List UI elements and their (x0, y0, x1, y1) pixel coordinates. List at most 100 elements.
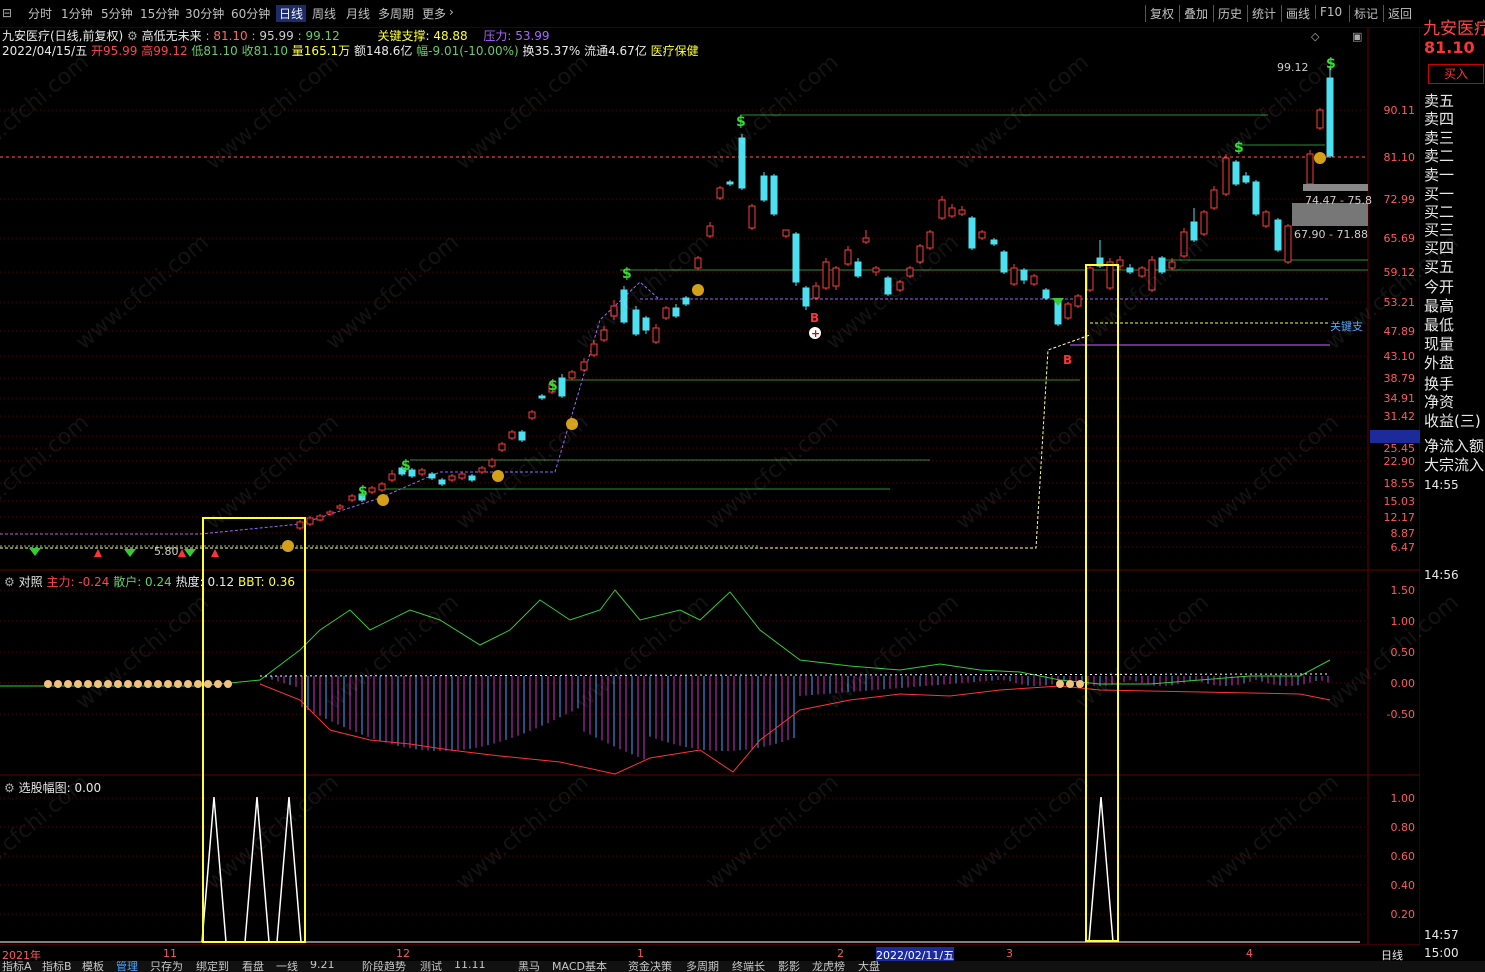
candle-body (1252, 181, 1260, 215)
candle-body (498, 443, 506, 451)
candle-body (1326, 77, 1334, 157)
settings-icon[interactable]: ⚙ (4, 575, 15, 589)
buy-button[interactable]: 买入 (1428, 64, 1484, 84)
candle-body (508, 431, 516, 439)
price-axis-label: 22.90 (1383, 455, 1416, 468)
bottom-tab[interactable]: 黑马 (518, 961, 540, 972)
bottom-tab[interactable]: 阶段趋势 (362, 961, 406, 972)
candle-body (990, 239, 998, 245)
tab-daily[interactable]: 日线 (276, 5, 307, 22)
price-axis-label: 38.79 (1383, 372, 1416, 385)
trade-time: 14:57 (1424, 928, 1459, 942)
sub2-axis-label: 0.20 (1390, 908, 1416, 921)
side-quote-item: 今开 (1424, 278, 1455, 296)
buy-signal-icon: B (1063, 353, 1072, 367)
candle-body (388, 473, 396, 481)
candle-body (368, 487, 376, 493)
candle-body (872, 267, 880, 273)
back-icon[interactable]: ⊟ (2, 6, 12, 20)
tab-30min[interactable]: 30分钟 (185, 5, 224, 22)
bottom-tab[interactable]: 测试 (420, 961, 442, 972)
candle-body (590, 343, 598, 356)
signal-spike (201, 796, 227, 943)
hand-icon (214, 680, 222, 688)
candle-body (948, 207, 956, 217)
side-stock-title: 九安医疗 (1423, 19, 1485, 39)
price-axis-label: 12.17 (1383, 511, 1416, 524)
candle-body (1158, 257, 1166, 273)
side-price: 81.10 (1424, 38, 1475, 57)
candle-body (844, 249, 852, 265)
bottom-tab[interactable]: 多周期 (686, 961, 719, 972)
bottom-tab[interactable]: 只存为 (150, 961, 183, 972)
candle-body (792, 233, 800, 283)
bottom-tab[interactable]: 绑定到 (196, 961, 229, 972)
bottom-tab[interactable]: 终端长 (732, 961, 765, 972)
hand-icon (194, 680, 202, 688)
candle-body (326, 511, 334, 515)
settings-icon[interactable]: ⚙ (4, 781, 15, 795)
signal-spike (244, 796, 270, 943)
expand-icon[interactable]: ▣ (1352, 30, 1362, 43)
tab-60min[interactable]: 60分钟 (231, 5, 270, 22)
hand-icon (64, 680, 72, 688)
candle-body (832, 267, 840, 287)
bottom-tab[interactable]: 大盘 (858, 961, 880, 972)
bottom-tab[interactable]: 指标B (42, 961, 72, 972)
draw-line-button[interactable]: 画线 (1281, 5, 1310, 22)
candle-body (748, 205, 756, 229)
dollar-sign-icon: $ (1234, 140, 1244, 156)
bottom-tab[interactable]: MACD基本 (552, 961, 607, 972)
tab-more[interactable]: 更多 (422, 5, 446, 22)
candle-body (694, 257, 702, 269)
bottom-tab[interactable]: 管理 (116, 961, 138, 972)
bottom-tab[interactable]: 影影 (778, 961, 800, 972)
chevron-right-icon[interactable]: › (449, 5, 454, 19)
date-label: 2 (837, 947, 844, 960)
bottom-tab[interactable]: 龙虎榜 (812, 961, 845, 972)
candle-body (770, 175, 778, 215)
bottom-tab[interactable]: 模板 (82, 961, 104, 972)
price-axis-label: 43.10 (1383, 350, 1416, 363)
tab-1min[interactable]: 1分钟 (61, 5, 93, 22)
mark-button[interactable]: 标记 (1349, 5, 1378, 22)
side-quote-item: 净流入额 (1424, 437, 1485, 455)
side-quote-item: 外盘 (1424, 354, 1455, 372)
f10-button[interactable]: F10 (1315, 5, 1342, 19)
sub1-axis-label: 0.00 (1390, 677, 1416, 690)
candle-body (306, 517, 314, 525)
diamond-icon[interactable]: ◇ (1311, 30, 1320, 43)
bottom-tab[interactable]: 9.21 (310, 961, 335, 971)
sub2-title[interactable]: 选股幅图: 0.00 (19, 781, 102, 795)
fuquan-button[interactable]: 复权 (1145, 5, 1174, 22)
candle-body (378, 483, 386, 491)
overlay-button[interactable]: 叠加 (1179, 5, 1208, 22)
candle-body (528, 411, 536, 419)
support-step-line (0, 334, 1091, 549)
candle-body (916, 245, 924, 263)
candle-body (968, 217, 976, 249)
chart-area[interactable]: $ $ $ $ $ $ $ B B + ◇ ▣ (0, 28, 1420, 944)
tab-weekly[interactable]: 周线 (312, 5, 336, 22)
tab-5min[interactable]: 5分钟 (101, 5, 133, 22)
return-button[interactable]: 返回 (1383, 5, 1412, 22)
hand-icon (174, 680, 182, 688)
bottom-tab[interactable]: 指标A (2, 961, 32, 972)
bottom-tab[interactable]: 11.11 (454, 961, 486, 971)
sub1-title[interactable]: 对照 (19, 575, 43, 589)
candle-body (580, 361, 588, 371)
history-button[interactable]: 历史 (1213, 5, 1242, 22)
bottom-tab[interactable]: 看盘 (242, 961, 264, 972)
bottom-tab[interactable]: 一线 (276, 961, 298, 972)
tab-monthly[interactable]: 月线 (346, 5, 370, 22)
tab-fenshi[interactable]: 分时 (28, 5, 52, 22)
tab-15min[interactable]: 15分钟 (140, 5, 179, 22)
candle-body (428, 473, 436, 479)
candle-body (672, 307, 680, 317)
date-label: 4 (1246, 947, 1253, 960)
candle-body (906, 267, 914, 277)
stats-button[interactable]: 统计 (1247, 5, 1276, 22)
price-axis-label: 6.47 (1390, 541, 1416, 554)
tab-multi-period[interactable]: 多周期 (378, 5, 414, 22)
bottom-tab[interactable]: 资金决策 (628, 961, 672, 972)
